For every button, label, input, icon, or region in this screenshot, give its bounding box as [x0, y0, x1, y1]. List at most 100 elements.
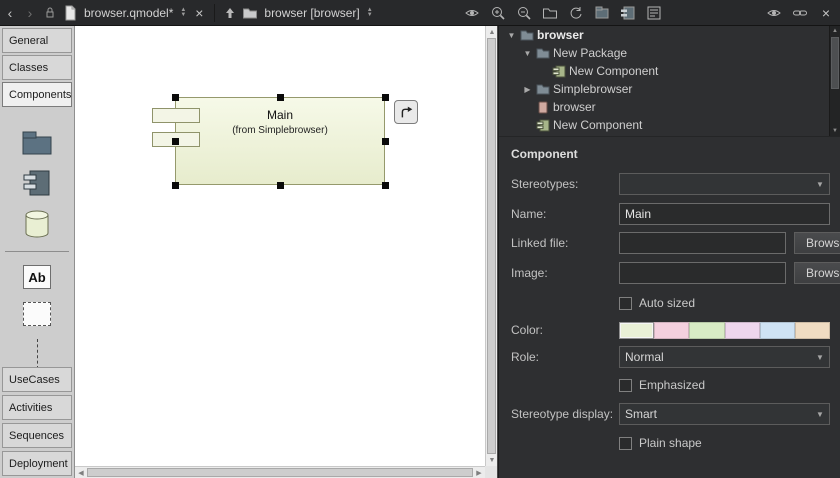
scroll-left-icon[interactable]: ◀ — [75, 467, 87, 478]
canvas-vertical-scrollbar[interactable]: ▲ ▼ — [485, 26, 497, 466]
sidebar-visibility-button[interactable] — [764, 3, 784, 23]
link-icon — [792, 5, 808, 21]
emphasized-checkbox[interactable] — [619, 379, 632, 392]
scrollbar-thumb[interactable] — [831, 37, 839, 89]
plain-shape-row: Plain shape — [511, 435, 830, 451]
color-swatch-4[interactable] — [760, 322, 795, 339]
tree-item-browser[interactable]: ▼ browser — [499, 26, 840, 44]
document-selector-arrows[interactable]: ▲ ▼ — [177, 8, 189, 18]
color-swatch-5[interactable] — [795, 322, 830, 339]
expander-open-icon[interactable]: ▼ — [505, 31, 518, 40]
scrollbar-thumb[interactable] — [487, 38, 496, 454]
selection-handle[interactable] — [382, 182, 389, 189]
stereotype-display-row: Stereotype display: Smart ▼ — [511, 403, 830, 425]
relation-arrow-icon — [397, 103, 415, 121]
create-relation-button[interactable] — [394, 100, 418, 124]
expander-open-icon[interactable]: ▼ — [521, 49, 534, 58]
close-icon: × — [822, 6, 830, 20]
document-selector[interactable]: browser.qmodel* — [80, 6, 177, 20]
tree-item-new-component[interactable]: New Component — [499, 62, 840, 80]
image-input[interactable] — [619, 262, 786, 284]
zoom-in-button[interactable] — [488, 3, 508, 23]
diagram-canvas[interactable]: Main (from Simplebrowser) ▲ ▼ ◀ ▶ — [75, 26, 498, 478]
go-up-button[interactable] — [220, 3, 240, 23]
package-tool[interactable] — [21, 130, 53, 156]
linked-file-browse-button[interactable]: Browse... — [794, 232, 840, 254]
scroll-up-icon[interactable]: ▲ — [830, 26, 840, 36]
palette-tab-classes[interactable]: Classes — [2, 55, 72, 80]
selection-handle[interactable] — [172, 94, 179, 101]
selection-handle[interactable] — [382, 94, 389, 101]
back-button[interactable]: ‹ — [0, 3, 20, 23]
plain-shape-checkbox[interactable] — [619, 437, 632, 450]
selection-handle[interactable] — [277, 182, 284, 189]
component-tool[interactable] — [22, 169, 52, 197]
scroll-down-icon[interactable]: ▼ — [830, 126, 840, 136]
canvas-horizontal-scrollbar[interactable]: ◀ ▶ — [75, 466, 485, 478]
color-swatch-1[interactable] — [654, 322, 689, 339]
linked-file-row: Linked file: Browse... — [511, 232, 830, 254]
tree-item-new-component-2[interactable]: New Component — [499, 116, 840, 134]
selection-handle[interactable] — [172, 138, 179, 145]
selection-handle[interactable] — [382, 138, 389, 145]
model-sidebar: ▼ browser ▼ New Package New Component — [499, 26, 840, 478]
boundary-tool[interactable] — [23, 302, 51, 326]
pin-button[interactable] — [40, 3, 60, 23]
image-browse-button[interactable]: Browse... — [794, 262, 840, 284]
scroll-right-icon[interactable]: ▶ — [473, 467, 485, 478]
palette-tab-usecases[interactable]: UseCases — [2, 367, 72, 392]
stereotype-display-combo[interactable]: Smart ▼ — [619, 403, 830, 425]
color-swatch-3[interactable] — [725, 322, 760, 339]
image-label: Image: — [511, 266, 619, 280]
palette-tab-components[interactable]: Components — [2, 82, 72, 107]
component-shape[interactable]: Main (from Simplebrowser) — [175, 97, 385, 185]
folder-icon — [518, 29, 535, 41]
tree-item-simplebrowser[interactable]: ▶ Simplebrowser — [499, 80, 840, 98]
expander-closed-icon[interactable]: ▶ — [521, 85, 534, 94]
selection-handle[interactable] — [277, 94, 284, 101]
palette-tab-sequences[interactable]: Sequences — [2, 423, 72, 448]
back-icon: ‹ — [8, 6, 13, 20]
add-component-button[interactable] — [618, 3, 638, 23]
reset-zoom-button[interactable] — [566, 3, 586, 23]
palette-tab-deployment[interactable]: Deployment — [2, 451, 72, 476]
database-tool[interactable] — [22, 210, 52, 238]
annotation-tool[interactable]: Ab — [23, 265, 51, 289]
stereotypes-combo[interactable]: ▼ — [619, 173, 830, 195]
diagram-selector[interactable]: browser [browser] — [260, 6, 363, 20]
forward-icon: › — [28, 6, 33, 20]
component-port — [152, 108, 200, 123]
selection-handle[interactable] — [172, 182, 179, 189]
close-sidebar-button[interactable]: × — [816, 3, 836, 23]
tree-item-label: New Package — [551, 46, 627, 60]
scroll-down-icon[interactable]: ▼ — [486, 454, 498, 466]
link-button[interactable] — [790, 3, 810, 23]
forward-button[interactable]: › — [20, 3, 40, 23]
tree-item-new-package[interactable]: ▼ New Package — [499, 44, 840, 62]
color-swatch-2[interactable] — [689, 322, 724, 339]
document-icon — [60, 3, 80, 23]
role-combo[interactable]: Normal ▼ — [619, 346, 830, 368]
pin-icon — [42, 5, 58, 21]
palette-tab-activities[interactable]: Activities — [2, 395, 72, 420]
color-swatch-0[interactable] — [619, 322, 654, 339]
name-input[interactable] — [619, 203, 830, 225]
name-row: Name: — [511, 203, 830, 225]
zoom-out-button[interactable] — [514, 3, 534, 23]
toolbar: ‹ › browser.qmodel* ▲ ▼ × — [0, 0, 840, 26]
close-document-button[interactable]: × — [189, 3, 209, 23]
add-package-button[interactable] — [592, 3, 612, 23]
scroll-up-icon[interactable]: ▲ — [486, 26, 498, 38]
add-diagram-button[interactable] — [644, 3, 664, 23]
auto-sized-label: Auto sized — [632, 296, 695, 310]
palette-tab-general[interactable]: General — [2, 28, 72, 53]
auto-sized-checkbox[interactable] — [619, 297, 632, 310]
open-parent-button[interactable] — [540, 3, 560, 23]
tree-item-browser-diagram[interactable]: browser — [499, 98, 840, 116]
linked-file-input[interactable] — [619, 232, 786, 254]
visibility-button[interactable] — [462, 3, 482, 23]
diagram-selector-arrows[interactable]: ▲ ▼ — [364, 8, 376, 18]
scrollbar-thumb[interactable] — [87, 468, 473, 477]
tree-scrollbar[interactable]: ▲ ▼ — [829, 26, 840, 136]
annotation-label: Ab — [28, 270, 45, 285]
